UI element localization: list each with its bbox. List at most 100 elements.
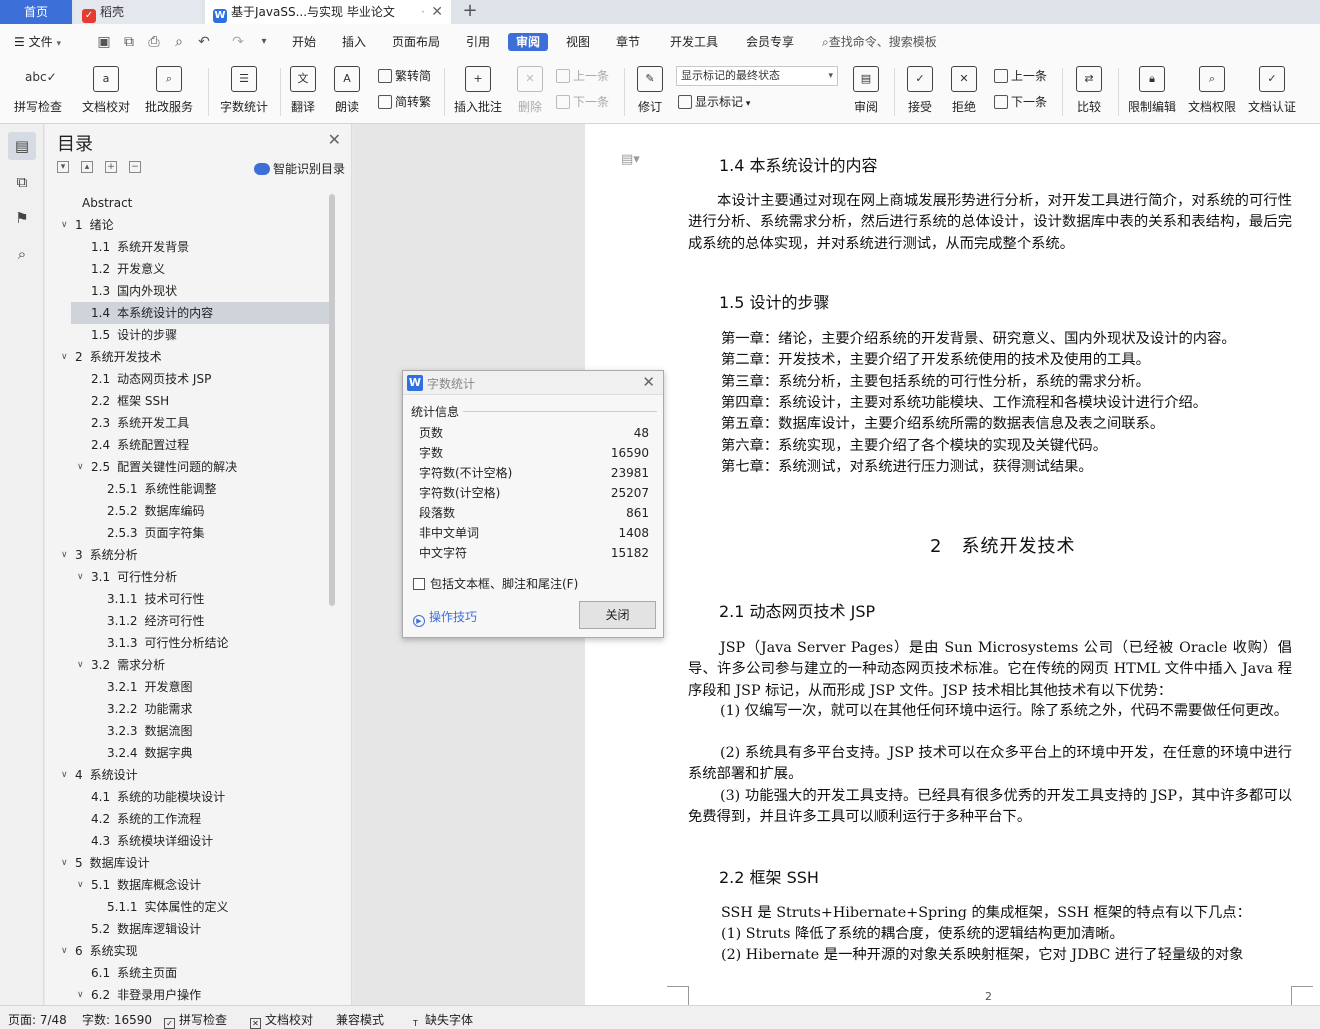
close-icon[interactable]: ✕ [328, 130, 341, 149]
export-pdf-icon[interactable]: ⧉ [121, 34, 137, 50]
doc-certify-button[interactable]: ✓ 文档认证 [1244, 64, 1300, 120]
menu-developer[interactable]: 开发工具 [670, 33, 718, 51]
toc-item[interactable]: 3.2.2 功能需求 [45, 698, 335, 720]
redo-icon[interactable]: ↷ [230, 34, 246, 50]
toc-item[interactable]: 3.2.3 数据流图 [45, 720, 335, 742]
file-menu[interactable]: ☰ 文件 ▾ [14, 33, 61, 51]
toc-item[interactable]: Abstract [45, 192, 335, 214]
markup-display-select[interactable]: 显示标记的最终状态 ▾ [676, 66, 838, 86]
show-markup-button[interactable]: 显示标记 ▾ [678, 92, 750, 112]
to-traditional-button[interactable]: 简转繁 [378, 92, 431, 112]
bookmark-icon[interactable]: ⚑ [8, 204, 36, 232]
close-button[interactable]: 关闭 [579, 601, 656, 629]
undo-icon[interactable]: ↶ [196, 34, 212, 50]
chevron-down-icon[interactable]: ∨ [61, 764, 68, 786]
smart-toc-button[interactable]: 智能识别目录 [253, 160, 345, 177]
chevron-down-icon[interactable]: ∨ [77, 984, 84, 1004]
toc-item[interactable]: 6.1 系统主页面 [45, 962, 335, 984]
compat-mode[interactable]: 兼容模式 [336, 1011, 384, 1028]
proofread-button[interactable]: a 文档校对 [78, 64, 134, 120]
status-spellcheck[interactable]: ✓ 拼写检查 [164, 1011, 227, 1029]
menu-member[interactable]: 会员专享 [746, 33, 794, 51]
print-preview-icon[interactable]: ⌕ [171, 34, 187, 50]
chevron-down-icon[interactable]: ∨ [77, 566, 84, 588]
include-textbox-checkbox[interactable]: 包括文本框、脚注和尾注(F) [413, 575, 578, 592]
review-pane-button[interactable]: ▤ 审阅 [846, 64, 886, 120]
toc-item[interactable]: ∨ 6 系统实现 [45, 940, 335, 962]
toc-item[interactable]: 3.1.2 经济可行性 [45, 610, 335, 632]
menu-view[interactable]: 视图 [566, 33, 590, 51]
compare-button[interactable]: ⇄ 比较 [1068, 64, 1110, 120]
next-comment-button[interactable]: 下一条 [556, 92, 609, 112]
menu-start[interactable]: 开始 [292, 33, 316, 51]
insert-comment-button[interactable]: + 插入批注 [452, 64, 504, 120]
new-tab-button[interactable]: + [458, 0, 482, 24]
delete-comment-button[interactable]: ✕ 删除 [510, 64, 550, 120]
toc-pane-icon[interactable]: ▤ [8, 132, 36, 160]
remove-heading-icon[interactable]: − [129, 161, 141, 173]
print-icon[interactable]: ⎙ [146, 34, 162, 50]
toc-item[interactable]: 1.3 国内外现状 [45, 280, 335, 302]
chevron-down-icon[interactable]: ∨ [61, 346, 68, 368]
toc-item[interactable]: ∨ 2 系统开发技术 [45, 346, 335, 368]
chevron-down-icon[interactable]: ∨ [61, 852, 68, 874]
spellcheck-button[interactable]: abc✓ 拼写检查 [8, 64, 68, 120]
menu-insert[interactable]: 插入 [342, 33, 366, 51]
quick-access-chevron-icon[interactable]: ▾ [256, 34, 272, 50]
toc-item[interactable]: ∨ 4 系统设计 [45, 764, 335, 786]
toc-item[interactable]: 2.4 系统配置过程 [45, 434, 335, 456]
prev-change-button[interactable]: 上一条 [994, 66, 1047, 86]
to-simplified-button[interactable]: 繁转简 [378, 66, 431, 86]
toc-item[interactable]: 3.2.1 开发意图 [45, 676, 335, 698]
doc-permission-button[interactable]: ⌕ 文档权限 [1184, 64, 1240, 120]
reject-change-button[interactable]: ✕ 拒绝 [944, 64, 984, 120]
batch-correct-button[interactable]: ⌕ 批改服务 [138, 64, 200, 120]
toc-item[interactable]: 1.2 开发意义 [45, 258, 335, 280]
toc-item[interactable]: 1.5 设计的步骤 [45, 324, 335, 346]
toc-item[interactable]: 1.1 系统开发背景 [45, 236, 335, 258]
document-page[interactable]: ▤▾ 1.4 本系统设计的内容 本设计主要通过对现在网上商城发展形势进行分析，对… [585, 124, 1320, 1008]
toc-item[interactable]: ∨ 3 系统分析 [45, 544, 335, 566]
tab-document[interactable]: W 基于JavaSS...与实现 毕业论文 · ✕ [205, 0, 451, 24]
toc-item[interactable]: 4.3 系统模块详细设计 [45, 830, 335, 852]
tab-home[interactable]: 首页 [0, 0, 72, 24]
missing-font[interactable]: T 缺失字体 [410, 1011, 473, 1029]
close-icon[interactable]: ✕ [642, 373, 655, 391]
tab-daoke[interactable]: ✓ 稻壳 [74, 0, 202, 24]
toc-item[interactable]: 2.5.1 系统性能调整 [45, 478, 335, 500]
toc-item[interactable]: ∨ 5.1 数据库概念设计 [45, 874, 335, 896]
chevron-down-icon[interactable]: ∨ [61, 940, 68, 962]
translate-button[interactable]: 文 翻译 [286, 64, 320, 120]
toc-item[interactable]: 3.2.4 数据字典 [45, 742, 335, 764]
toc-item[interactable]: ∨ 3.1 可行性分析 [45, 566, 335, 588]
save-icon[interactable]: ▣ [96, 34, 112, 50]
toc-item[interactable]: 2.5.3 页面字符集 [45, 522, 335, 544]
toc-item[interactable]: 4.2 系统的工作流程 [45, 808, 335, 830]
toc-item[interactable]: 3.1.3 可行性分析结论 [45, 632, 335, 654]
next-change-button[interactable]: 下一条 [994, 92, 1047, 112]
toc-item[interactable]: 1.4 本系统设计的内容 [71, 302, 335, 324]
restrict-editing-button[interactable]: 🔒︎ 限制编辑 [1124, 64, 1180, 120]
toc-item[interactable]: 2.2 框架 SSH [45, 390, 335, 412]
expand-all-icon[interactable]: ▴ [81, 161, 93, 173]
chevron-down-icon[interactable]: ∨ [77, 456, 84, 478]
prev-comment-button[interactable]: 上一条 [556, 66, 609, 86]
toc-item[interactable]: ∨ 1 绪论 [45, 214, 335, 236]
accept-change-button[interactable]: ✓ 接受 [900, 64, 940, 120]
toc-item[interactable]: 2.1 动态网页技术 JSP [45, 368, 335, 390]
menu-references[interactable]: 引用 [466, 33, 490, 51]
chapter-nav-icon[interactable]: ⧉ [8, 168, 36, 196]
close-tab-icon[interactable]: ✕ [431, 0, 443, 24]
toc-item[interactable]: ∨ 5 数据库设计 [45, 852, 335, 874]
toc-item[interactable]: 4.1 系统的功能模块设计 [45, 786, 335, 808]
command-search[interactable]: ⌕查找命令、搜索模板 [822, 33, 937, 51]
toc-scrollbar[interactable] [329, 194, 335, 606]
menu-review[interactable]: 审阅 [508, 33, 549, 51]
toc-item[interactable]: 5.1.1 实体属性的定义 [45, 896, 335, 918]
menu-page-layout[interactable]: 页面布局 [392, 33, 440, 51]
tips-link[interactable]: ▶ 操作技巧 [413, 608, 477, 627]
read-aloud-button[interactable]: A 朗读 [330, 64, 364, 120]
status-proofread[interactable]: ✕ 文档校对 [250, 1011, 313, 1029]
find-icon[interactable]: ⌕ [8, 240, 36, 268]
toc-item[interactable]: 3.1.1 技术可行性 [45, 588, 335, 610]
